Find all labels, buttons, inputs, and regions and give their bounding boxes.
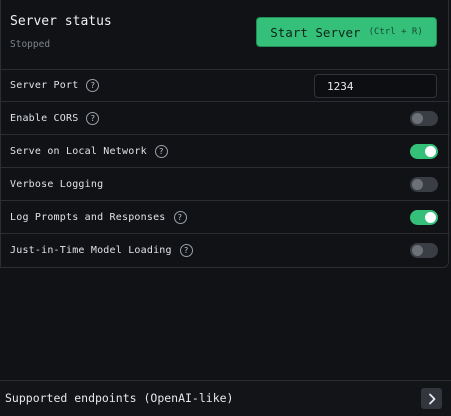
server-status-section: Server status Stopped Start Server (Ctrl… [1, 0, 450, 70]
verbose-logging-row: Verbose Logging [1, 168, 450, 201]
server-status-title: Server status [10, 14, 112, 29]
serve-local-network-row: Serve on Local Network ? [1, 135, 450, 168]
serve-local-network-toggle[interactable] [410, 144, 438, 159]
chevron-right-icon [428, 393, 435, 404]
server-port-row: Server Port ? [1, 69, 450, 102]
enable-cors-toggle[interactable] [410, 111, 438, 126]
server-port-label: Server Port [10, 79, 79, 91]
toggle-knob [412, 179, 423, 190]
log-prompts-toggle[interactable] [410, 210, 438, 225]
toggle-knob [412, 245, 423, 256]
jit-model-loading-toggle[interactable] [410, 243, 438, 258]
jit-model-loading-label: Just-in-Time Model Loading [10, 244, 172, 256]
toggle-knob [425, 212, 436, 223]
toggle-knob [425, 146, 436, 157]
jit-model-loading-row: Just-in-Time Model Loading ? [1, 234, 450, 267]
verbose-logging-toggle[interactable] [410, 177, 438, 192]
enable-cors-label: Enable CORS [10, 112, 79, 124]
server-port-input[interactable] [314, 74, 437, 98]
help-icon[interactable]: ? [86, 111, 100, 125]
help-icon[interactable]: ? [173, 210, 187, 224]
start-server-button[interactable]: Start Server (Ctrl + R) [256, 17, 437, 47]
verbose-logging-label: Verbose Logging [10, 178, 104, 190]
server-settings-panel: Server status Stopped Start Server (Ctrl… [0, 0, 450, 268]
help-icon[interactable]: ? [154, 144, 168, 158]
start-server-label: Start Server [270, 24, 361, 40]
serve-local-network-label: Serve on Local Network [10, 145, 147, 157]
log-prompts-row: Log Prompts and Responses ? [1, 201, 450, 234]
help-icon[interactable]: ? [86, 78, 100, 92]
toggle-knob [412, 113, 423, 124]
start-server-shortcut: (Ctrl + R) [368, 27, 423, 37]
supported-endpoints-bar[interactable]: Supported endpoints (OpenAI-like) [0, 380, 451, 416]
expand-endpoints-button[interactable] [421, 388, 442, 409]
server-status-text: Stopped [10, 39, 51, 50]
enable-cors-row: Enable CORS ? [1, 102, 450, 135]
log-prompts-label: Log Prompts and Responses [10, 211, 166, 223]
help-icon[interactable]: ? [179, 243, 193, 257]
supported-endpoints-label: Supported endpoints (OpenAI-like) [5, 391, 234, 405]
